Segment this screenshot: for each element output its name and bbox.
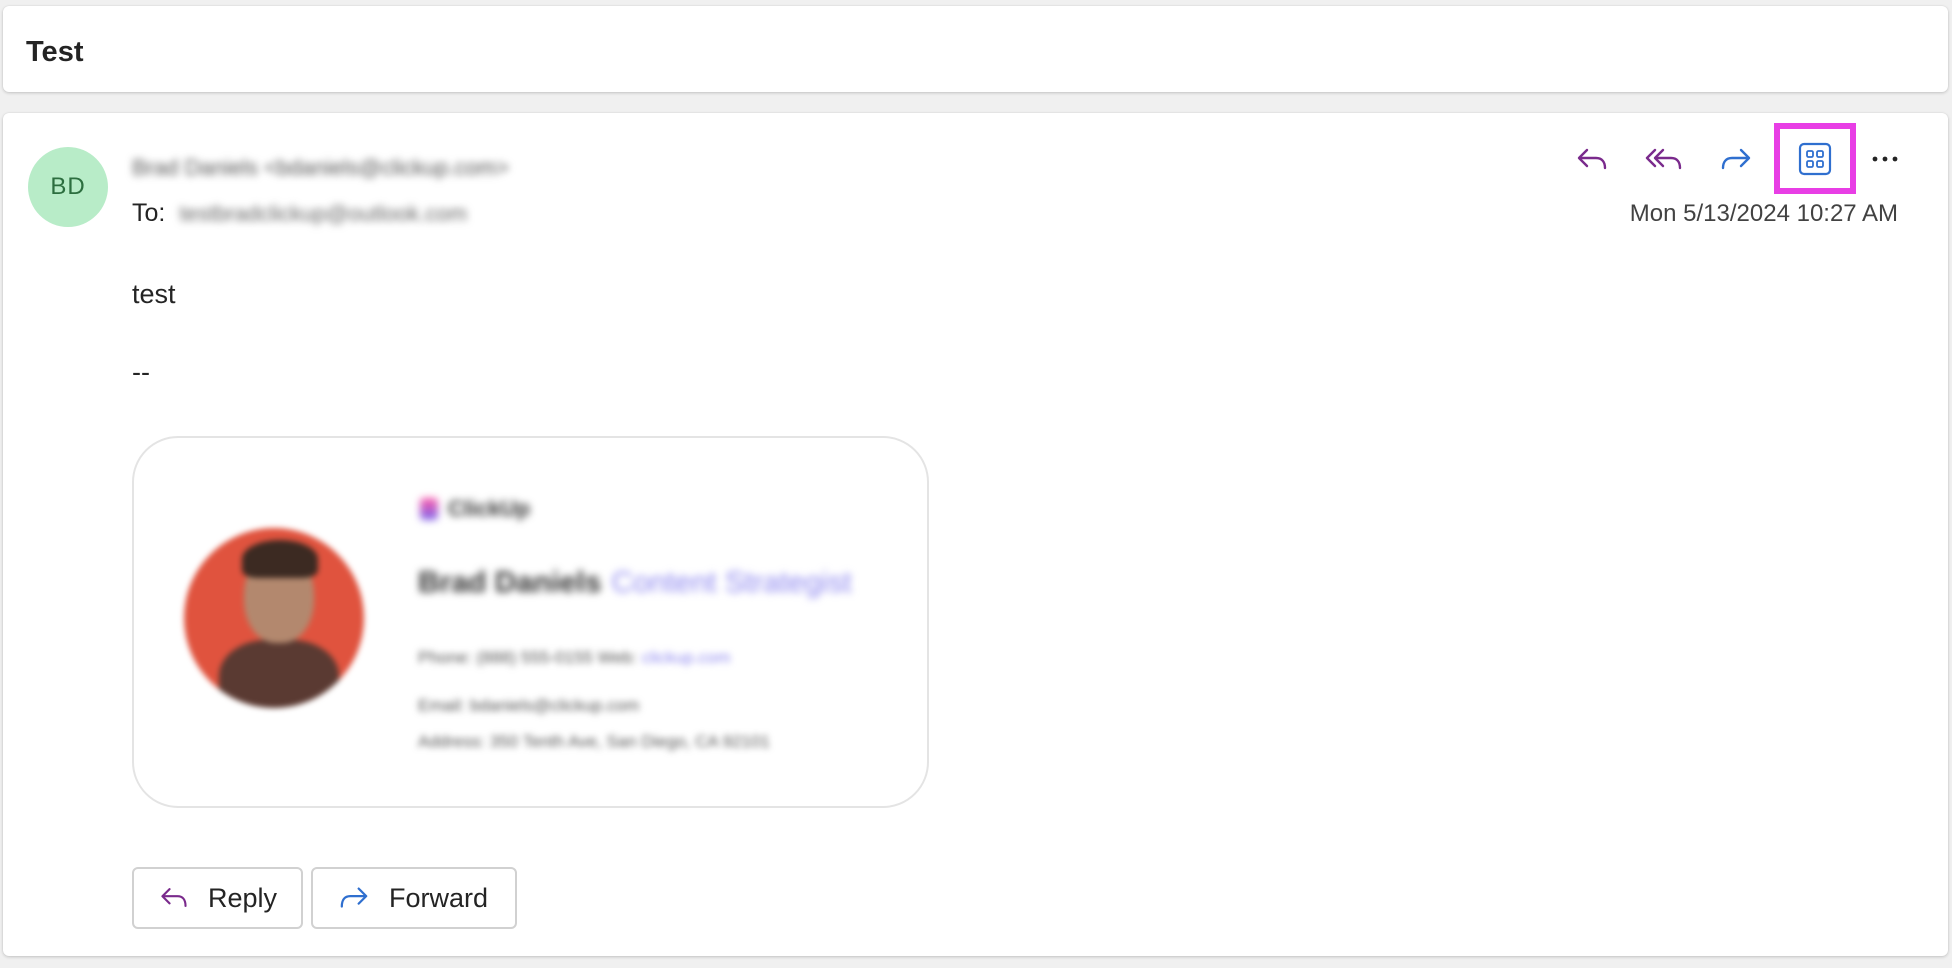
to-recipient[interactable]: testbradclickup@outlook.com — [179, 201, 467, 227]
message-body-text: test — [132, 279, 176, 309]
signature-name: Brad Daniels — [418, 566, 602, 599]
signature-separator: -- — [132, 357, 150, 387]
signature-phone: Phone: (888) 555-0155 Web: — [418, 648, 637, 667]
reply-all-icon[interactable] — [1640, 135, 1688, 183]
signature-photo — [184, 528, 364, 708]
signature-email[interactable]: Email: bdaniels@clickup.com — [418, 696, 639, 716]
sender-name[interactable]: Brad Daniels <bdaniels@clickup.com> — [132, 155, 509, 185]
forward-button-label: Forward — [389, 882, 489, 913]
signature-role: Content Strategist — [611, 566, 852, 599]
signature-address: Address: 350 Tenth Ave, San Diego, CA 92… — [418, 732, 770, 751]
apps-highlight-box — [1774, 123, 1856, 194]
more-icon[interactable] — [1861, 135, 1909, 183]
forward-button[interactable]: Forward — [311, 867, 517, 929]
to-line: To: testbradclickup@outlook.com — [132, 199, 467, 228]
reply-icon[interactable] — [1568, 135, 1616, 183]
message-card: BD Brad Daniels <bdaniels@clickup.com> T… — [3, 113, 1948, 956]
forward-icon[interactable] — [1712, 135, 1760, 183]
avatar[interactable]: BD — [28, 147, 108, 227]
to-label: To: — [132, 199, 166, 227]
email-signature-card: ClickUp Brad Daniels Content Strategist P… — [132, 436, 929, 808]
signature-company-logo: ClickUp — [420, 496, 530, 522]
reply-icon — [161, 888, 187, 908]
signature-phone-row: Phone: (888) 555-0155 Web: clickup.com — [418, 648, 731, 668]
reply-button-label: Reply — [207, 882, 277, 913]
signature-web-link[interactable]: clickup.com — [642, 648, 731, 667]
reply-button[interactable]: Reply — [132, 867, 303, 929]
subject-title: Test — [26, 36, 84, 68]
signature-company: ClickUp — [448, 496, 530, 521]
forward-icon — [340, 887, 368, 908]
subject-header: Test — [3, 6, 1948, 92]
signature-name-row: Brad Daniels Content Strategist — [418, 566, 852, 600]
message-timestamp: Mon 5/13/2024 10:27 AM — [1629, 200, 1898, 227]
